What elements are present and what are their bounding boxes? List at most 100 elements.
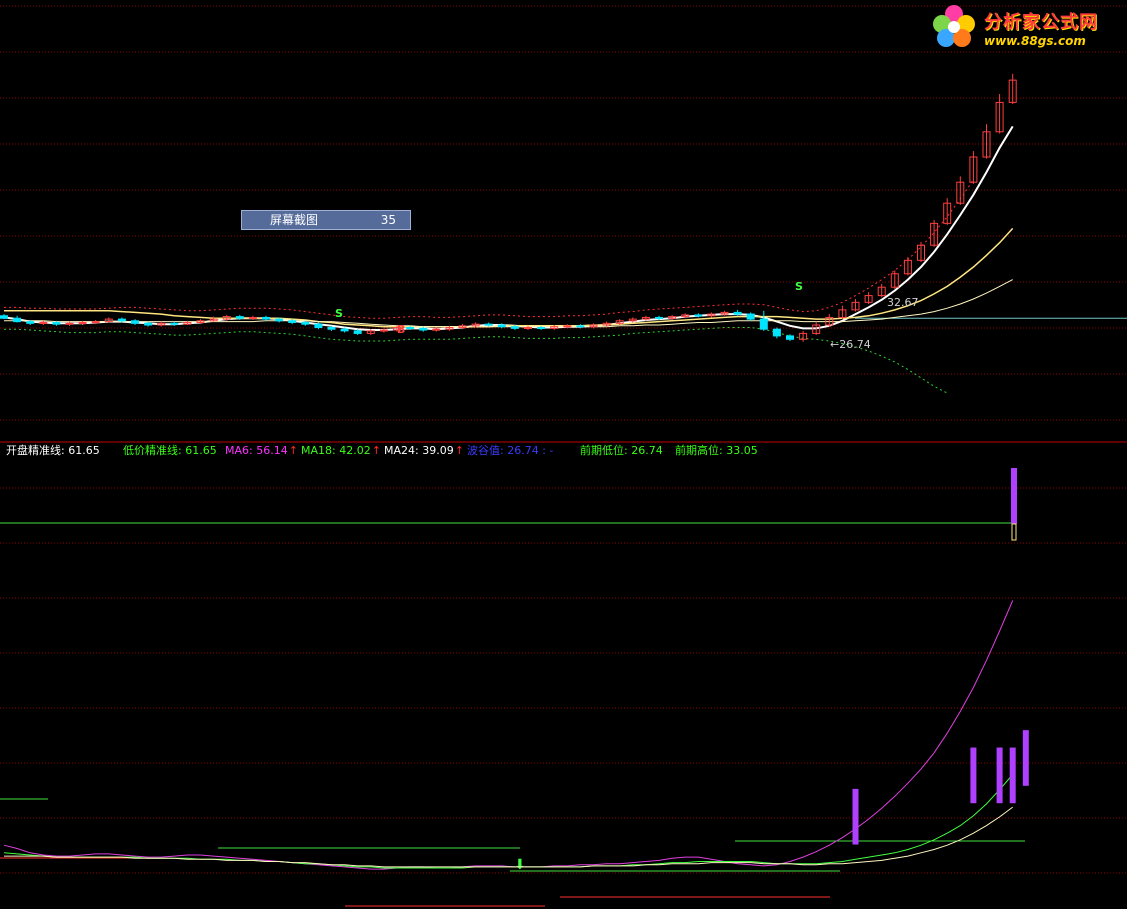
ind-dijia: 低价精准线: 61.65 — [123, 444, 217, 458]
candle-body — [327, 327, 336, 330]
tooltip-value: 35 — [380, 213, 396, 227]
candle-body — [26, 321, 35, 324]
candle-body — [524, 327, 532, 330]
price-line-3 — [4, 179, 974, 319]
price-line-0 — [3, 125, 1014, 331]
oscillator-bar — [1011, 468, 1017, 524]
ind-ma6-label: MA6: — [225, 444, 253, 457]
price-chart[interactable] — [0, 73, 1127, 394]
high-value: 32.67 — [887, 296, 919, 309]
candle-body — [484, 323, 493, 326]
oscillator-bar — [970, 747, 977, 804]
oscillator-chart[interactable]: ⬇ — [0, 468, 1029, 907]
signal-s-1: S — [335, 307, 343, 320]
low-annotation: ←26.74 — [830, 338, 871, 351]
oscillator-line-0 — [3, 600, 1014, 870]
watermark-url: www.88gs.com — [984, 34, 1086, 48]
ind-bogu-suffix: : - — [542, 444, 554, 457]
candle-body — [772, 328, 781, 337]
watermark-name: 分析家公式网 — [984, 12, 1098, 33]
low-value: 26.74 — [839, 338, 871, 351]
ind-ma6-value: 56.14 — [256, 444, 288, 457]
oscillator-bar — [996, 747, 1003, 804]
candle-body — [379, 329, 388, 332]
price-line-2 — [4, 279, 1013, 328]
oscillator-bar-outline — [1011, 523, 1017, 541]
candle-body — [0, 315, 8, 319]
candle-body — [275, 318, 284, 322]
candle-body — [406, 327, 415, 330]
candle-body — [419, 327, 428, 331]
signal-b: B — [397, 323, 406, 336]
ind-dijia-value: 61.65 — [185, 444, 217, 457]
oscillator-bar — [1022, 730, 1029, 786]
ind-ma18-label: MA18: — [301, 444, 336, 457]
candle-body — [78, 321, 87, 324]
candle-body — [144, 322, 153, 326]
up-arrow-icon: ↑ — [288, 444, 298, 457]
candle-body — [117, 318, 126, 322]
ind-bogu-value: 26.74 — [507, 444, 539, 457]
ind-ma24: MA24: 39.09↑ — [384, 444, 464, 458]
ind-qianqi-high: 前期高位: 33.05 — [675, 444, 758, 458]
candle-body — [39, 321, 48, 324]
candle-body — [786, 335, 794, 340]
ind-qianqi-low-label: 前期低位: — [580, 444, 628, 457]
ind-ma6: MA6: 56.14↑ — [225, 444, 298, 458]
candle-body — [432, 328, 441, 331]
candle-body — [497, 324, 506, 328]
up-arrow-icon: ↑ — [454, 444, 464, 457]
ind-dijia-label: 低价精准线: — [123, 444, 182, 457]
ind-kaipan-value: 61.65 — [68, 444, 100, 457]
ind-qianqi-low: 前期低位: 26.74 — [580, 444, 663, 458]
candle-body — [248, 316, 257, 319]
candle-body — [510, 326, 519, 329]
candle-body — [353, 330, 362, 334]
price-grid — [0, 5, 1127, 443]
ind-kaipan: 开盘精准线: 61.65 — [6, 444, 100, 458]
candle-body — [759, 318, 768, 330]
ind-ma24-value: 39.09 — [422, 444, 454, 457]
watermark-logo: 分析家公式网 www.88gs.com — [926, 2, 1126, 54]
candle-body — [655, 316, 663, 319]
ind-bogu-label: 波谷值: — [467, 444, 504, 457]
ind-bogu: 波谷值: 26.74 : - — [467, 444, 553, 458]
oscillator-line-1 — [3, 774, 1014, 869]
ind-ma18: MA18: 42.02↑ — [301, 444, 381, 458]
candle-body — [288, 320, 297, 323]
candle-body — [52, 321, 61, 325]
candle-body — [65, 322, 74, 325]
candle-body — [694, 314, 703, 317]
tooltip-label: 屏幕截图 — [270, 213, 319, 227]
candle-body — [340, 328, 349, 332]
oscillator-bar — [852, 788, 859, 845]
up-arrow-icon: ↑ — [371, 444, 381, 457]
ind-qianqi-high-label: 前期高位: — [675, 444, 723, 457]
ind-qianqi-low-value: 26.74 — [631, 444, 663, 457]
signal-s-2: S — [795, 280, 803, 293]
candle-body — [235, 316, 244, 319]
candle-body — [262, 316, 270, 320]
high-annotation: 32.67 — [887, 296, 919, 309]
oscillator-bar — [1009, 747, 1016, 804]
price-line-4 — [4, 327, 948, 394]
candle-body — [576, 325, 585, 328]
candle-body — [537, 327, 546, 330]
low-arrow-icon: ← — [830, 338, 840, 351]
candle-body — [170, 322, 179, 325]
candle-body — [13, 317, 22, 323]
candle-body — [314, 323, 323, 329]
candle-body — [301, 321, 310, 325]
candle-body — [733, 311, 742, 315]
candle-body — [131, 320, 139, 324]
oscillator-grid — [0, 487, 1127, 874]
candle-body — [563, 325, 572, 328]
ind-qianqi-high-value: 33.05 — [726, 444, 758, 457]
screenshot-tooltip[interactable]: 屏幕截图 35 — [241, 210, 411, 230]
candle-body — [746, 313, 755, 320]
ind-ma18-value: 42.02 — [339, 444, 371, 457]
down-arrow-icon: ⬇ — [514, 857, 526, 873]
flower-icon — [933, 5, 975, 47]
ind-ma24-label: MA24: — [384, 444, 419, 457]
candle-body — [91, 321, 100, 324]
